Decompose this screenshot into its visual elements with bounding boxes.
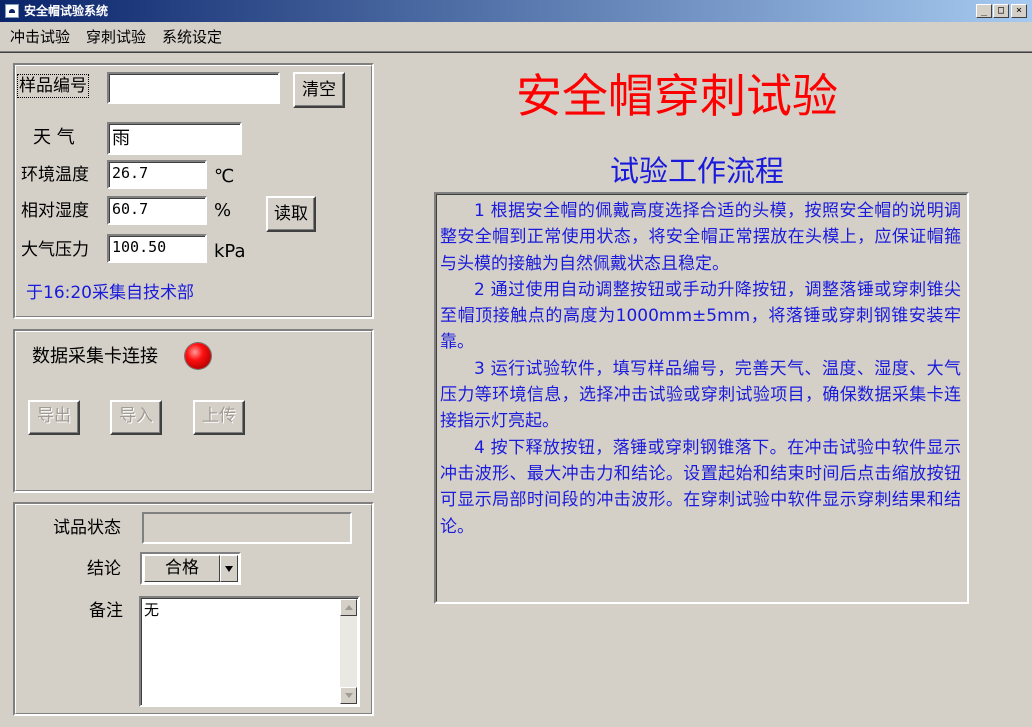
- menu-bar: 冲击试验 穿刺试验 系统设定: [0, 22, 1032, 52]
- close-button[interactable]: ×: [1011, 4, 1027, 18]
- import-button[interactable]: 导入: [110, 400, 162, 435]
- scroll-down-icon[interactable]: [340, 687, 357, 704]
- temperature-unit: ℃: [214, 166, 235, 187]
- workflow-title: 试验工作流程: [610, 154, 785, 188]
- page-title: 安全帽穿刺试验: [516, 69, 838, 123]
- daq-status-indicator-icon: [185, 343, 211, 369]
- weather-label: 天 气: [33, 127, 75, 148]
- sample-id-input[interactable]: [107, 72, 280, 104]
- workflow-step-4: 4 按下释放按钮，落锤或穿刺钢锥落下。在冲击试验中软件显示冲击波形、最大冲击力和…: [440, 437, 961, 537]
- title-bar: 安全帽试验系统 _ □ ×: [0, 0, 1032, 22]
- humidity-label: 相对湿度: [21, 201, 89, 221]
- scroll-up-icon[interactable]: [340, 599, 357, 616]
- pressure-unit: kPa: [214, 241, 246, 262]
- upload-button[interactable]: 上传: [193, 400, 245, 435]
- data-source-note: 于16:20采集自技术部: [26, 283, 194, 303]
- conclusion-selected-value[interactable]: 合格: [144, 555, 220, 582]
- pressure-label: 大气压力: [21, 240, 89, 260]
- sample-id-label: 样品编号: [17, 74, 89, 98]
- remarks-scrollbar[interactable]: [340, 599, 357, 704]
- menu-divider: [0, 52, 1032, 53]
- sample-status-field: [142, 512, 352, 544]
- temperature-label: 环境温度: [21, 165, 89, 185]
- chevron-down-icon[interactable]: [220, 555, 238, 582]
- remarks-label: 备注: [89, 601, 123, 621]
- minimize-button[interactable]: _: [976, 4, 992, 18]
- remarks-text: 无: [144, 601, 160, 619]
- workflow-step-1: 1 根据安全帽的佩戴高度选择合适的头模，按照安全帽的说明调整安全帽到正常使用状态…: [440, 201, 961, 274]
- remarks-textarea[interactable]: 无: [139, 596, 360, 707]
- clear-button[interactable]: 清空: [293, 72, 345, 108]
- temperature-input[interactable]: 26.7: [107, 160, 207, 189]
- app-helmet-icon[interactable]: [5, 4, 19, 18]
- workflow-step-2: 2 通过使用自动调整按钮或手动升降按钮，调整落锤或穿刺锥尖至帽顶接触点的高度为1…: [440, 279, 961, 353]
- menu-impact-test[interactable]: 冲击试验: [10, 27, 70, 47]
- window-title: 安全帽试验系统: [24, 4, 109, 18]
- pressure-input[interactable]: 100.50: [107, 234, 207, 263]
- humidity-input[interactable]: 60.7: [107, 196, 207, 225]
- weather-input[interactable]: 雨: [107, 122, 242, 155]
- daq-connection-label: 数据采集卡连接: [32, 346, 158, 367]
- menu-puncture-test[interactable]: 穿刺试验: [86, 27, 146, 47]
- conclusion-label: 结论: [87, 559, 121, 579]
- export-button[interactable]: 导出: [28, 400, 80, 435]
- workflow-step-3: 3 运行试验软件，填写样品编号，完善天气、温度、湿度、大气压力等环境信息，选择冲…: [440, 358, 961, 432]
- conclusion-select[interactable]: 合格: [140, 552, 241, 585]
- menu-system-settings[interactable]: 系统设定: [162, 27, 222, 47]
- workflow-textbox[interactable]: 1 根据安全帽的佩戴高度选择合适的头模，按照安全帽的说明调整安全帽到正常使用状态…: [434, 192, 969, 604]
- sample-status-label: 试品状态: [53, 518, 121, 538]
- maximize-button[interactable]: □: [993, 4, 1009, 18]
- humidity-unit: %: [214, 200, 232, 221]
- read-button[interactable]: 读取: [266, 196, 316, 232]
